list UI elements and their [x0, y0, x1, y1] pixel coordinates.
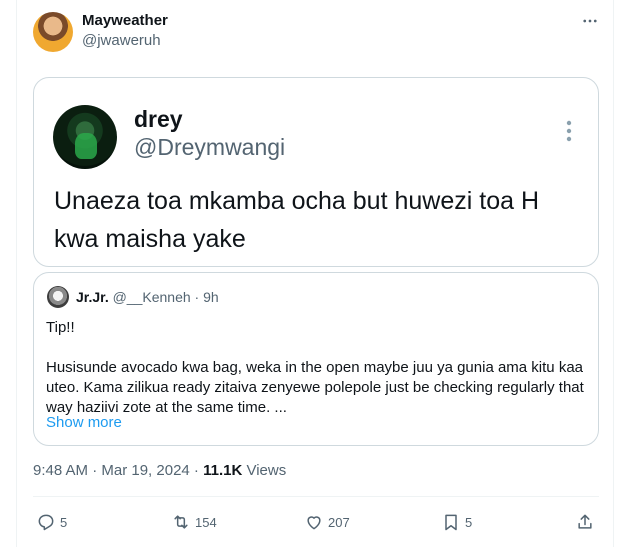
- embedded-post-image[interactable]: drey @Dreymwangi Unaeza toa mkamba ocha …: [33, 77, 599, 267]
- more-options-button[interactable]: [580, 12, 600, 30]
- repost-count: 154: [195, 514, 217, 530]
- quoted-author-name: Jr.Jr.: [76, 289, 109, 305]
- embedded-author-handle: @Dreymwangi: [134, 134, 286, 160]
- views-count: 11.1K: [203, 462, 243, 479]
- reply-count: 5: [60, 514, 68, 530]
- quoted-post[interactable]: Jr.Jr. @__Kenneh · 9h Tip!! Husisunde av…: [33, 272, 599, 446]
- repost-button[interactable]: 154: [171, 509, 217, 535]
- embedded-author-name: drey: [134, 106, 183, 132]
- author-name[interactable]: Mayweather: [82, 12, 168, 29]
- share-button[interactable]: [575, 509, 595, 535]
- bookmark-count: 5: [465, 514, 473, 530]
- author-handle[interactable]: @jwaweruh: [82, 32, 161, 49]
- quoted-author-handle: @__Kenneh: [112, 289, 191, 305]
- embedded-post-text: Unaeza toa mkamba ocha but huwezi toa H …: [54, 187, 539, 253]
- like-count: 207: [328, 514, 350, 530]
- meta-separator: ·: [189, 462, 204, 479]
- tweet-meta: 9:48 AM · Mar 19, 2024 · 11.1K Views: [33, 462, 286, 479]
- more-horizontal-icon: [583, 19, 597, 23]
- quoted-paragraph: Husisunde avocado kwa bag, weka in the o…: [46, 359, 584, 416]
- reply-button[interactable]: 5: [36, 509, 67, 535]
- author-avatar[interactable]: [33, 12, 73, 52]
- bookmark-button[interactable]: 5: [441, 509, 472, 535]
- quoted-header: Jr.Jr. @__Kenneh · 9h: [76, 289, 219, 305]
- quoted-avatar: [47, 286, 69, 308]
- repost-icon: [174, 515, 188, 529]
- heart-icon: [307, 516, 321, 530]
- bookmark-icon: [445, 514, 457, 531]
- quoted-text: Tip!! Husisunde avocado kwa bag, weka in…: [46, 318, 591, 418]
- divider: [33, 496, 599, 497]
- show-more-link[interactable]: Show more: [46, 414, 122, 431]
- action-bar: 5 154 207 5: [33, 509, 599, 535]
- timestamp[interactable]: 9:48 AM · Mar 19, 2024: [33, 462, 190, 479]
- quoted-paragraph: Tip!!: [46, 319, 75, 336]
- embedded-avatar: [53, 105, 117, 169]
- more-vertical-icon: [566, 120, 572, 142]
- views-label: Views: [246, 462, 287, 479]
- like-button[interactable]: 207: [304, 509, 350, 535]
- reply-icon: [38, 514, 54, 531]
- quoted-time: · 9h: [194, 289, 219, 305]
- share-icon: [578, 514, 592, 529]
